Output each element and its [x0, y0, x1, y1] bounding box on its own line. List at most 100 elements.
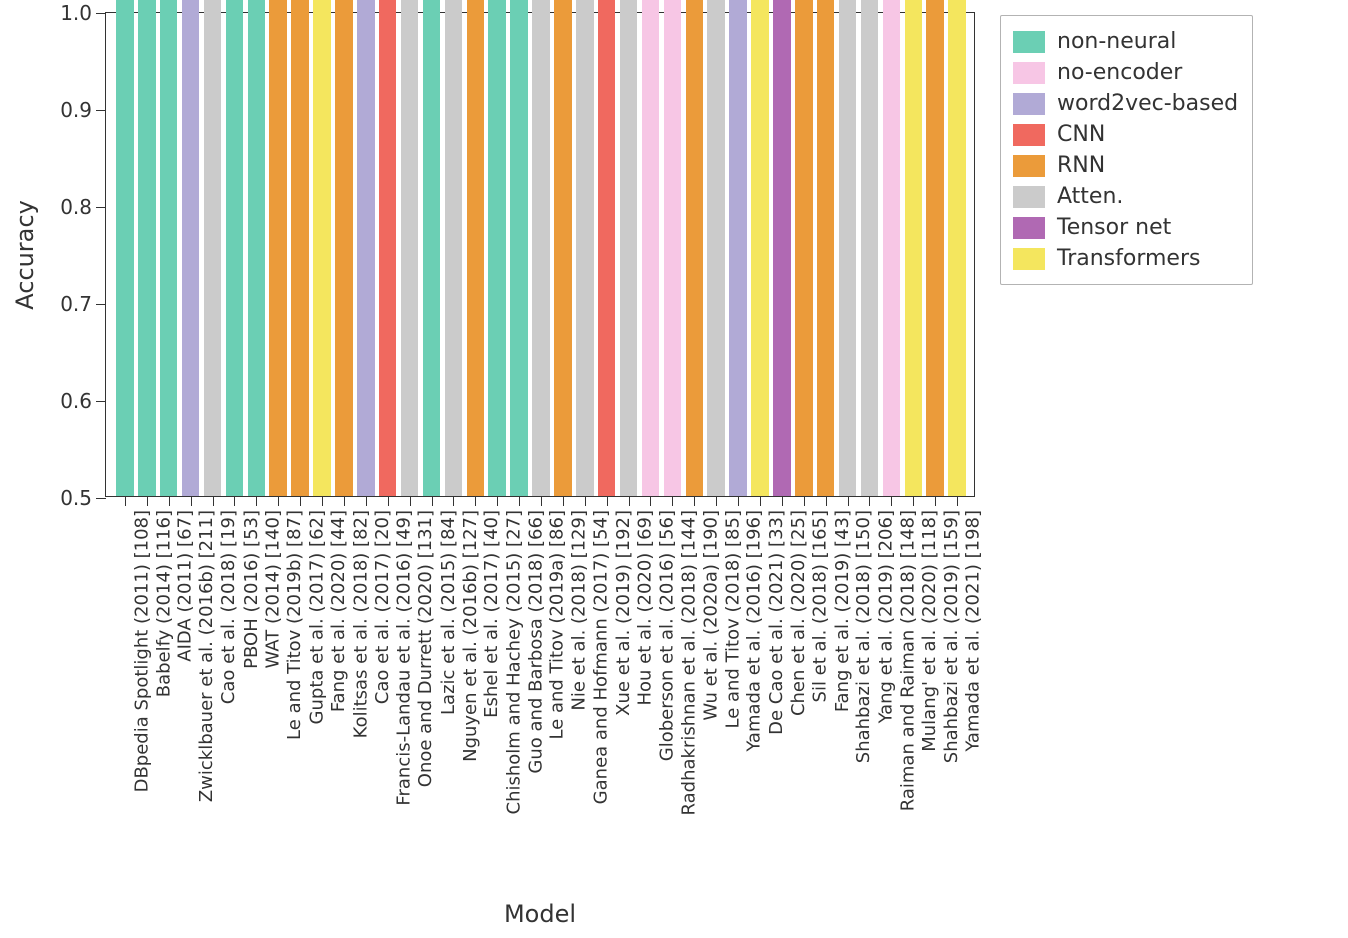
bar [664, 0, 682, 496]
bar [707, 0, 725, 496]
bar [423, 0, 441, 496]
bar [795, 0, 813, 496]
x-tick [410, 496, 411, 506]
x-tick [891, 496, 892, 506]
x-tick [563, 496, 564, 506]
x-tick [322, 496, 323, 506]
x-tick [585, 496, 586, 506]
x-tick-label: Shahbazi et al. (2019) [159] [941, 510, 962, 763]
legend-swatch [1013, 31, 1045, 53]
bar [883, 0, 901, 496]
bar-segment [554, 0, 572, 496]
x-tick [147, 496, 148, 506]
x-tick [957, 496, 958, 506]
x-tick-label: Francis-Landau et al. (2016) [49] [394, 510, 415, 806]
bar-segment [883, 0, 901, 496]
bar [488, 0, 506, 496]
x-tick-label: Yamada et al. (2021) [198] [963, 510, 984, 752]
bar [817, 0, 835, 496]
x-tick-label: Xue et al. (2019) [192] [613, 510, 634, 716]
bar-segment [532, 0, 550, 496]
legend-swatch [1013, 155, 1045, 177]
legend-swatch [1013, 217, 1045, 239]
x-tick [650, 496, 651, 506]
x-tick [672, 496, 673, 506]
bar-segment [729, 0, 747, 496]
x-tick-label: Guo and Barbosa (2018) [66] [525, 510, 546, 774]
x-tick-label: AIDA (2011) [67] [175, 510, 196, 662]
bar-segment [948, 0, 966, 496]
x-tick-label: Chen et al. (2020) [25] [788, 510, 809, 716]
bar-segment [773, 0, 791, 496]
y-axis-label: Accuracy [11, 200, 39, 310]
legend-item: RNN [1013, 150, 1238, 181]
bar [751, 0, 769, 496]
bar [335, 0, 353, 496]
x-tick-label: Nie et al. (2018) [129] [569, 510, 590, 711]
x-tick [497, 496, 498, 506]
bar-segment [335, 0, 353, 496]
bar [248, 0, 266, 496]
legend-label: word2vec-based [1057, 91, 1238, 116]
bar [729, 0, 747, 496]
x-tick-label: WAT (2014) [140] [262, 510, 283, 668]
x-axis-label: Model [504, 900, 576, 928]
y-tick-label: 1.0 [60, 1, 92, 25]
x-tick-label: Fang et al. (2020) [44] [328, 510, 349, 712]
bars-container [106, 13, 974, 496]
bar [686, 0, 704, 496]
bar [773, 0, 791, 496]
bar-segment [423, 0, 441, 496]
bar [926, 0, 944, 496]
x-tick [475, 496, 476, 506]
bar [401, 0, 419, 496]
legend-swatch [1013, 93, 1045, 115]
x-tick [366, 496, 367, 506]
legend-item: Atten. [1013, 181, 1238, 212]
x-tick [519, 496, 520, 506]
bar-segment [598, 0, 616, 496]
bar-segment [379, 0, 397, 496]
y-tick-label: 0.9 [60, 98, 92, 122]
legend-item: no-encoder [1013, 57, 1238, 88]
x-tick-label: Nguyen et al. (2016b) [127] [459, 510, 480, 762]
bar [379, 0, 397, 496]
x-tick-label: Ganea and Hofmann (2017) [54] [591, 510, 612, 804]
bar [291, 0, 309, 496]
x-tick-label: Cao et al. (2017) [20] [372, 510, 393, 704]
x-tick [344, 496, 345, 506]
x-tick-label: Kolitsas et al. (2018) [82] [350, 510, 371, 738]
bar [160, 0, 178, 496]
x-tick [169, 496, 170, 506]
bar [182, 0, 200, 496]
bar [532, 0, 550, 496]
bar-segment [817, 0, 835, 496]
chart-figure: 0.50.60.70.80.91.0 DBpedia Spotlight (20… [0, 0, 1348, 938]
x-tick [826, 496, 827, 506]
legend-swatch [1013, 248, 1045, 270]
legend-label: non-neural [1057, 29, 1176, 54]
x-tick-label: Onoe and Durrett (2020) [131] [416, 510, 437, 787]
bar [576, 0, 594, 496]
bar-segment [839, 0, 857, 496]
y-tick-label: 0.8 [60, 195, 92, 219]
legend-label: Atten. [1057, 184, 1123, 209]
x-tick [760, 496, 761, 506]
bar [861, 0, 879, 496]
x-tick [432, 496, 433, 506]
bar-segment [926, 0, 944, 496]
legend: non-neuralno-encoderword2vec-basedCNNRNN… [1000, 15, 1253, 285]
bar [948, 0, 966, 496]
x-tick-label: Fang et al. (2019) [43] [832, 510, 853, 712]
y-tick [96, 13, 106, 14]
bar [357, 0, 375, 496]
x-tick-label: Yamada et al. (2016) [196] [744, 510, 765, 752]
y-tick-label: 0.7 [60, 292, 92, 316]
y-tick-label: 0.5 [60, 486, 92, 510]
bar-segment [313, 0, 331, 496]
bar-segment [795, 0, 813, 496]
x-tick [278, 496, 279, 506]
bar [839, 0, 857, 496]
bar [445, 0, 463, 496]
bar [642, 0, 660, 496]
